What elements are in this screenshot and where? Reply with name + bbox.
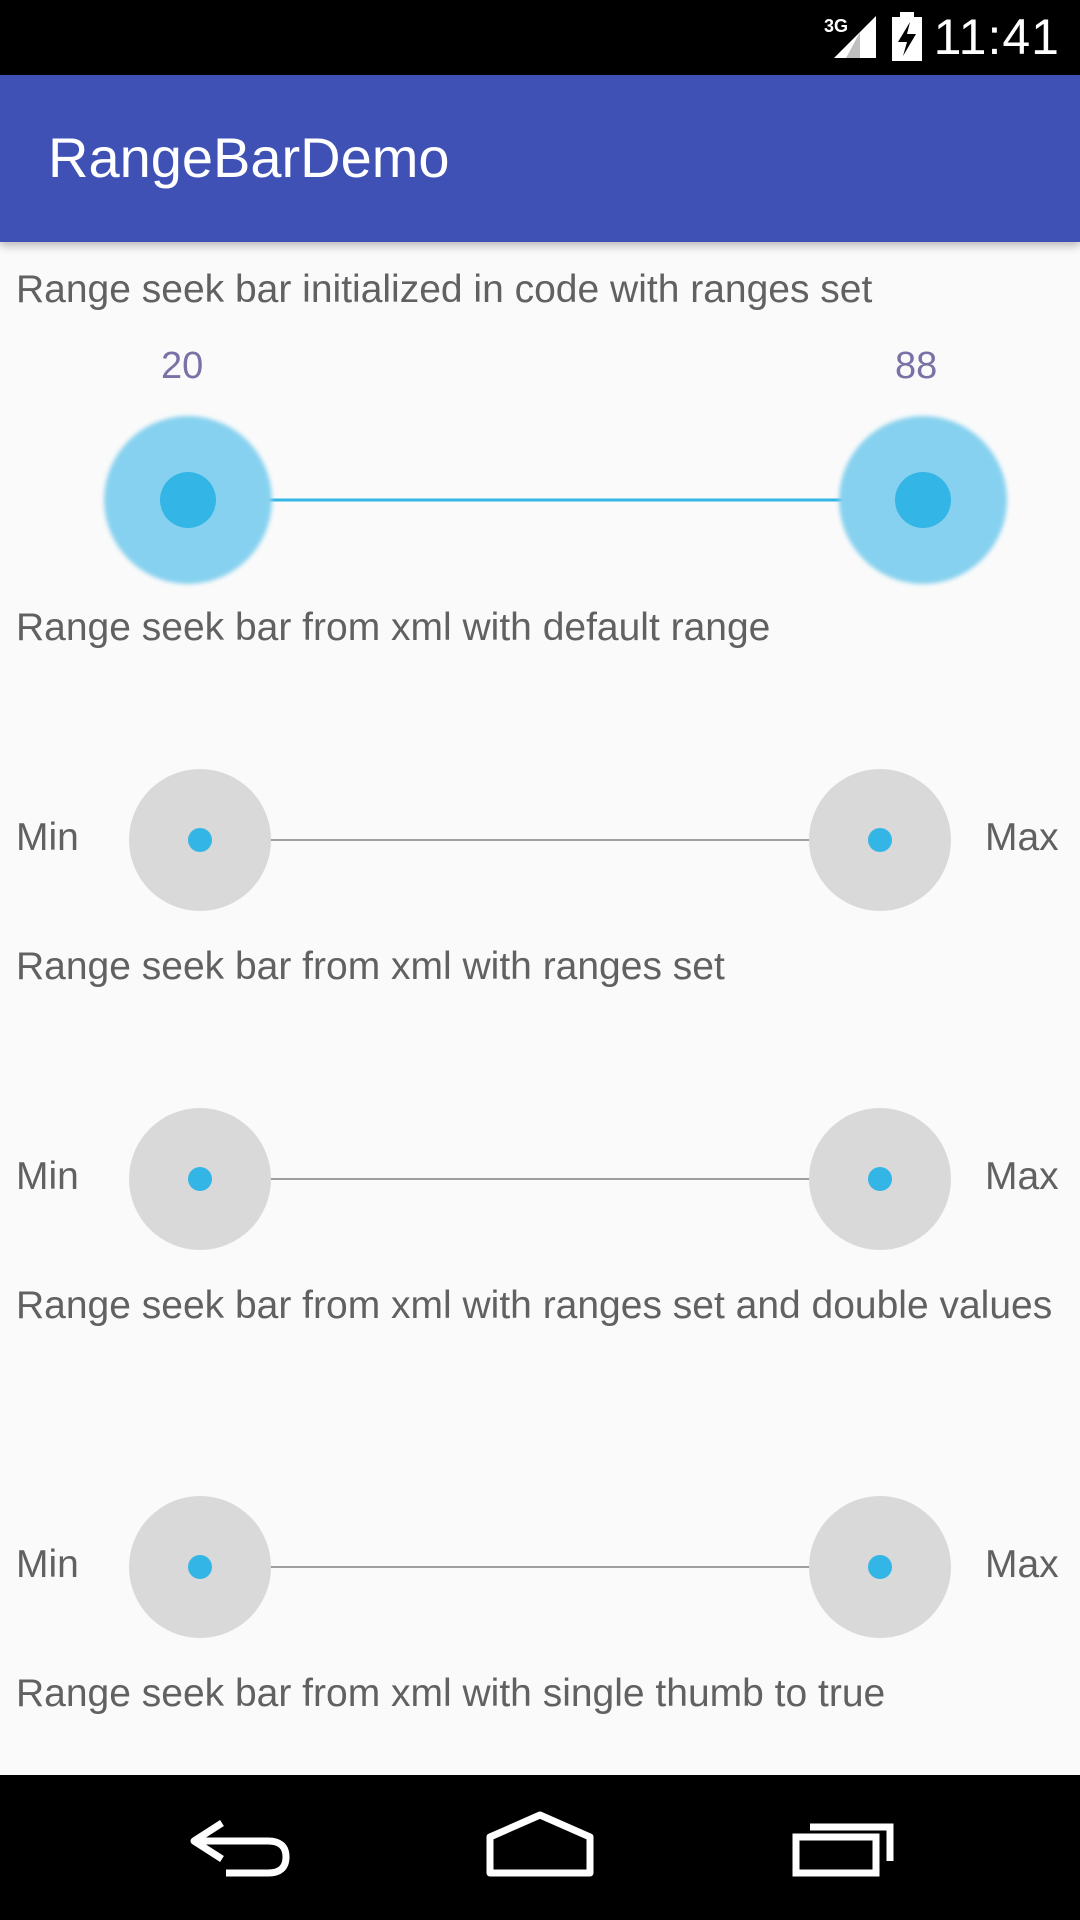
range-thumb-min[interactable]: [104, 416, 272, 584]
section-3-label: Range seek bar from xml with ranges set: [16, 945, 725, 988]
range-seek-bar-3[interactable]: [0, 1107, 1080, 1252]
range-thumb-max[interactable]: [809, 1108, 951, 1250]
range-thumb-max[interactable]: [839, 416, 1007, 584]
range-seek-bar-4[interactable]: [0, 1495, 1080, 1640]
network-type: 3G: [824, 16, 848, 36]
range-thumb-min[interactable]: [129, 769, 271, 911]
range-seek-bar-2[interactable]: [0, 768, 1080, 913]
range-thumb-max[interactable]: [809, 1496, 951, 1638]
range-thumb-min[interactable]: [129, 1108, 271, 1250]
range-thumb-max[interactable]: [809, 769, 951, 911]
range-min-value: 20: [161, 345, 204, 387]
section-5-label: Range seek bar from xml with single thum…: [16, 1672, 886, 1715]
range-max-value: 88: [895, 345, 938, 387]
home-icon[interactable]: [484, 1807, 596, 1887]
recents-icon[interactable]: [790, 1807, 898, 1887]
back-icon[interactable]: [186, 1807, 294, 1887]
status-clock: 11:41: [933, 9, 1060, 65]
app-bar: RangeBarDemo: [0, 75, 1080, 242]
status-bar: 3G 11:41: [0, 0, 1080, 75]
signal-icon: 3G: [824, 16, 876, 58]
section-2-label: Range seek bar from xml with default ran…: [16, 606, 771, 649]
app-title: RangeBarDemo: [48, 126, 450, 189]
navigation-bar: [0, 1775, 1080, 1920]
section-4-label: Range seek bar from xml with ranges set …: [16, 1284, 1053, 1327]
section-1-label: Range seek bar initialized in code with …: [16, 268, 873, 311]
range-thumb-min[interactable]: [129, 1496, 271, 1638]
range-seek-bar-1[interactable]: [0, 410, 1080, 590]
battery-charging-icon: [892, 12, 922, 61]
